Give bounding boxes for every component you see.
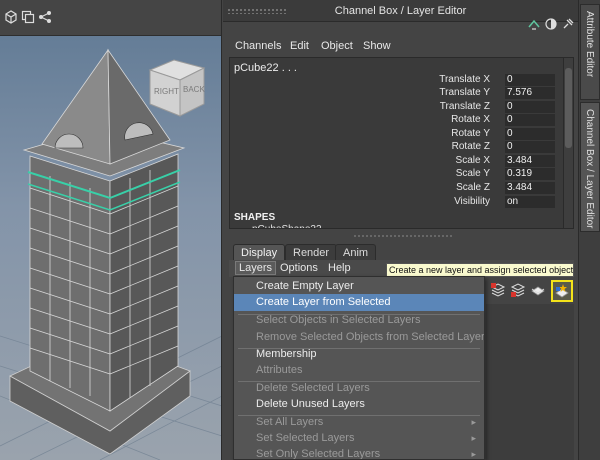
menu-item-delete-selected-layers[interactable]: Delete Selected Layers (234, 380, 484, 397)
channel-value[interactable]: 0 (505, 128, 555, 140)
copy-icon[interactable] (21, 10, 35, 24)
new-layer-selected-button[interactable] (551, 280, 573, 302)
side-tab-strip: Attribute Editor Channel Box / Layer Edi… (578, 0, 600, 460)
menu-layers[interactable]: Layers (235, 261, 277, 275)
channel-box-iconbar (223, 22, 578, 36)
contrast-icon[interactable] (545, 18, 557, 30)
splitter-grip (353, 234, 453, 238)
channel-value[interactable]: 0 (505, 141, 555, 153)
channel-label: Translate X (439, 74, 490, 85)
channel-label: Visibility (454, 196, 490, 207)
menu-item-set-selected-layers[interactable]: Set Selected Layers ▸ (234, 430, 484, 447)
menu-item-attributes[interactable]: Attributes (234, 362, 484, 379)
channel-box-title: Channel Box / Layer Editor (334, 5, 467, 17)
channel-label: Scale Y (455, 168, 490, 179)
layer-list-area[interactable] (486, 304, 574, 460)
channel-value[interactable]: 0 (505, 101, 555, 113)
menu-object[interactable]: Object (321, 40, 353, 52)
channel-row-translate-z[interactable]: Translate Z 0 (230, 101, 560, 114)
channel-value[interactable]: 0.319 (505, 168, 555, 180)
channel-box-menubar: Channels Edit Object Show (223, 36, 578, 56)
side-tab-label: Channel Box / Layer Editor (584, 109, 595, 229)
channel-value[interactable]: 0 (505, 74, 555, 86)
menu-item-create-layer-from-selected[interactable]: Create Layer from Selected (234, 294, 484, 311)
menu-item-label: Set Only Selected Layers (256, 448, 381, 460)
channel-label: Rotate Z (451, 141, 490, 152)
channel-row-translate-x[interactable]: Translate X 0 (230, 74, 560, 87)
shape-name[interactable]: pCubeShape22 (252, 224, 322, 228)
channel-label: Scale Z (456, 182, 490, 193)
channel-row-scale-y[interactable]: Scale Y 0.319 (230, 168, 560, 181)
channel-label: Translate Z (439, 101, 490, 112)
channel-row-scale-x[interactable]: Scale X 3.484 (230, 155, 560, 168)
tab-attribute-editor[interactable]: Attribute Editor (580, 4, 600, 100)
channel-value[interactable]: 3.484 (505, 155, 555, 167)
channel-box-titlebar: Channel Box / Layer Editor (223, 0, 578, 22)
shapes-header: SHAPES (234, 212, 276, 223)
channel-icon[interactable] (528, 18, 540, 30)
view-cube[interactable]: RIGHT BACK (144, 54, 210, 120)
submenu-arrow-icon: ▸ (471, 417, 476, 427)
channel-list[interactable]: pCube22 . . . Translate X 0 Translate Y … (229, 57, 574, 229)
menu-item-label: Set All Layers (256, 416, 324, 428)
menu-item-select-objects[interactable]: Select Objects in Selected Layers (234, 312, 484, 329)
tab-display[interactable]: Display (233, 244, 286, 260)
tab-render[interactable]: Render (285, 244, 338, 260)
tab-channel-box-layer-editor[interactable]: Channel Box / Layer Editor (580, 102, 600, 232)
layer-editor-tabs: Display Render Anim (229, 244, 574, 260)
channel-label: Translate Y (439, 87, 490, 98)
menu-item-delete-unused-layers[interactable]: Delete Unused Layers (234, 396, 484, 413)
menu-item-membership[interactable]: Membership (234, 346, 484, 363)
submenu-arrow-icon: ▸ (471, 433, 476, 443)
channel-value[interactable]: 0 (505, 114, 555, 126)
channel-label: Rotate X (451, 114, 490, 125)
menu-item-remove-selected-objects[interactable]: Remove Selected Objects from Selected La… (234, 329, 484, 346)
menu-item-set-all-layers[interactable]: Set All Layers ▸ (234, 414, 484, 431)
submenu-arrow-icon: ▸ (471, 449, 476, 459)
pin-icon[interactable] (562, 18, 574, 30)
menu-item-label: Set Selected Layers (256, 432, 355, 444)
menu-item-create-empty-layer[interactable]: Create Empty Layer (234, 278, 484, 295)
channel-row-translate-y[interactable]: Translate Y 7.576 (230, 87, 560, 100)
channel-label: Rotate Y (451, 128, 490, 139)
panel-splitter[interactable] (223, 230, 578, 242)
new-layer-selected-icon (554, 283, 570, 302)
channel-row-rotate-y[interactable]: Rotate Y 0 (230, 128, 560, 141)
menu-edit[interactable]: Edit (290, 40, 309, 52)
channel-value[interactable]: 3.484 (505, 182, 555, 194)
cube-icon[interactable] (4, 10, 18, 24)
view-cube-back-label: BACK (183, 85, 205, 94)
share-icon[interactable] (38, 10, 52, 24)
view-cube-right-label: RIGHT (154, 87, 179, 96)
tooltip: Create a new layer and assign selected o… (386, 263, 574, 277)
channel-value[interactable]: 7.576 (505, 87, 555, 99)
menu-channels[interactable]: Channels (235, 40, 281, 52)
empty-layer-icon[interactable] (530, 282, 546, 298)
channel-list-scrollbar[interactable] (563, 58, 573, 228)
menu-item-set-only-selected-layers[interactable]: Set Only Selected Layers ▸ (234, 446, 484, 460)
scrollbar-thumb[interactable] (565, 68, 572, 148)
channel-label: Scale X (455, 155, 490, 166)
channel-value[interactable]: on (505, 196, 555, 208)
layer-down-icon[interactable] (510, 282, 526, 298)
side-tab-label: Attribute Editor (584, 11, 595, 78)
channel-row-rotate-z[interactable]: Rotate Z 0 (230, 141, 560, 154)
tab-anim[interactable]: Anim (335, 244, 377, 260)
channel-row-visibility[interactable]: Visibility on (230, 196, 560, 209)
viewport-panel[interactable]: RIGHT BACK (0, 0, 222, 460)
menu-options[interactable]: Options (277, 262, 321, 274)
layer-up-icon[interactable] (490, 282, 506, 298)
viewport-toolbar (0, 0, 221, 36)
menu-help[interactable]: Help (325, 262, 354, 274)
object-name[interactable]: pCube22 . . . (234, 62, 297, 74)
channel-row-scale-z[interactable]: Scale Z 3.484 (230, 182, 560, 195)
menu-show[interactable]: Show (363, 40, 391, 52)
layers-dropdown-menu: Create Empty Layer Create Layer from Sel… (233, 276, 485, 460)
channel-row-rotate-x[interactable]: Rotate X 0 (230, 114, 560, 127)
